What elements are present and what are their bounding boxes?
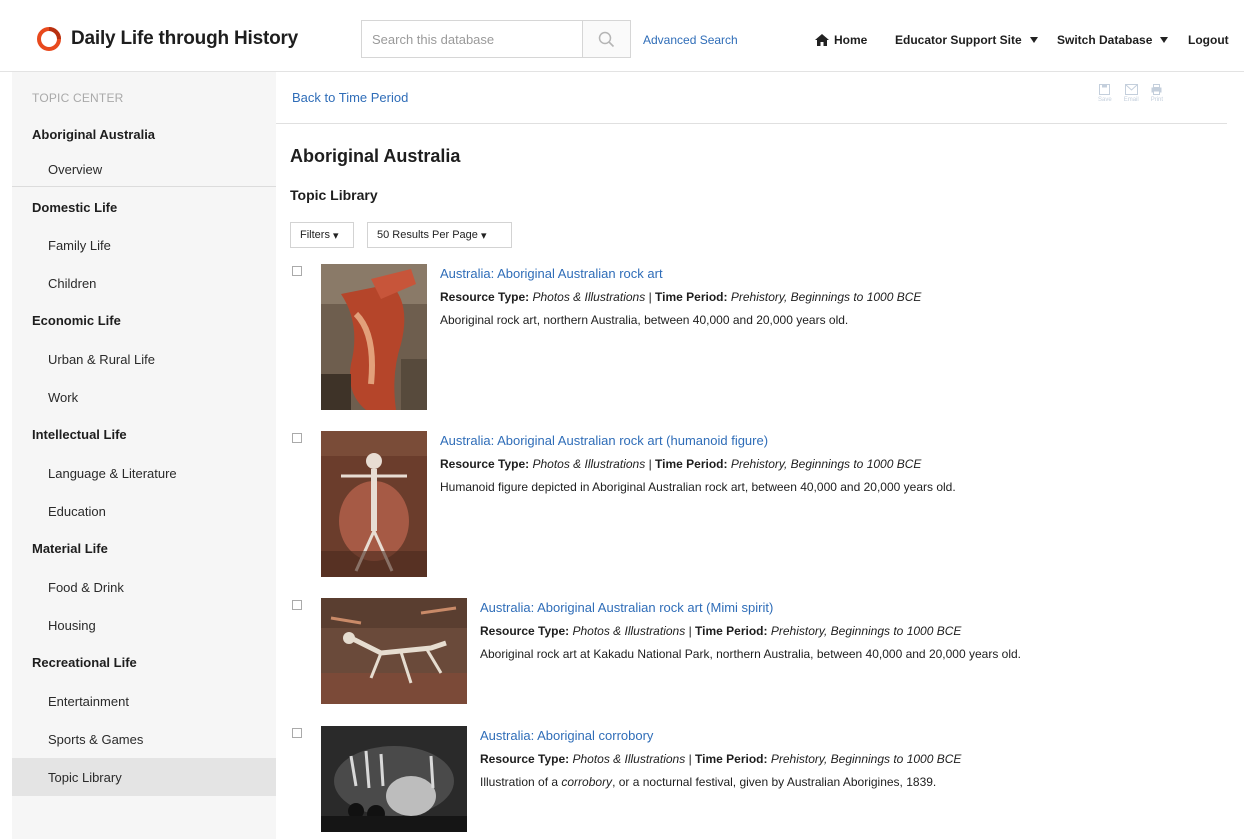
advanced-search-link[interactable]: Advanced Search (643, 33, 738, 47)
envelope-icon (1124, 84, 1138, 95)
site-header: Daily Life through History Advanced Sear… (0, 0, 1244, 72)
result-checkbox[interactable] (292, 266, 302, 276)
result-thumbnail[interactable] (321, 431, 427, 577)
result-meta: Resource Type: Photos & Illustrations | … (480, 624, 962, 638)
print-label: Print (1150, 97, 1164, 103)
sidebar-heading: TOPIC CENTER (32, 91, 124, 105)
logo-text: Daily Life through History (71, 28, 299, 49)
search-button[interactable] (582, 21, 630, 57)
result-description: Aboriginal rock art, northern Australia,… (440, 313, 849, 327)
caret-down-icon (1029, 37, 1038, 43)
rock-art-thumbnail-icon (321, 264, 427, 410)
floppy-disk-icon (1099, 84, 1111, 95)
sidebar-item-family-life[interactable]: Family Life (48, 238, 111, 253)
tools-bar: Save Email Print (1098, 84, 1163, 103)
sidebar-section-domestic-life[interactable]: Domestic Life (32, 200, 117, 215)
save-label: Save (1098, 97, 1112, 103)
sidebar-section-economic-life[interactable]: Economic Life (32, 313, 121, 328)
search-box (361, 20, 631, 58)
switch-database-menu[interactable]: Switch Database (1057, 33, 1169, 47)
topic-sidebar: TOPIC CENTER Aboriginal Australia Overvi… (12, 72, 276, 839)
caret-down-icon: ▾ (333, 229, 339, 242)
home-link[interactable]: Home (815, 33, 867, 47)
search-input[interactable] (362, 21, 582, 57)
result-title-link[interactable]: Australia: Aboriginal corrobory (480, 728, 961, 743)
sidebar-section-material-life[interactable]: Material Life (32, 541, 108, 556)
logout-label: Logout (1188, 33, 1229, 47)
result-thumbnail[interactable] (321, 598, 467, 704)
result-thumbnail[interactable] (321, 726, 467, 832)
sidebar-item-sports-games[interactable]: Sports & Games (48, 732, 143, 747)
result-checkbox[interactable] (292, 728, 302, 738)
back-to-time-period-link[interactable]: Back to Time Period (292, 90, 408, 105)
print-button[interactable]: Print (1151, 84, 1163, 103)
printer-icon (1151, 84, 1162, 95)
result-meta: Resource Type: Photos & Illustrations | … (440, 457, 922, 471)
result-checkbox[interactable] (292, 600, 302, 610)
sidebar-item-education[interactable]: Education (48, 504, 106, 519)
sidebar-item-language-literature[interactable]: Language & Literature (48, 466, 177, 481)
sidebar-divider (12, 186, 276, 187)
site-logo[interactable]: Daily Life through History (37, 27, 298, 51)
result-meta: Resource Type: Photos & Illustrations | … (440, 290, 922, 304)
page-title: Aboriginal Australia (290, 146, 461, 166)
mimi-spirit-thumbnail-icon (321, 598, 467, 704)
filters-dropdown[interactable]: Filters ▾ (290, 222, 354, 248)
filters-label: Filters (300, 229, 330, 241)
corrobory-thumbnail-icon (321, 726, 467, 832)
sidebar-item-topic-library[interactable]: Topic Library (48, 770, 122, 785)
result-title-link[interactable]: Australia: Aboriginal Australian rock ar… (480, 600, 1021, 615)
save-button[interactable]: Save (1098, 84, 1112, 103)
educator-support-menu[interactable]: Educator Support Site (895, 33, 1038, 47)
switch-database-label: Switch Database (1057, 33, 1153, 47)
sidebar-item-urban-rural-life[interactable]: Urban & Rural Life (48, 352, 155, 367)
main-divider (276, 123, 1227, 124)
result-title-link[interactable]: Australia: Aboriginal Australian rock ar… (440, 433, 956, 448)
home-icon (815, 34, 829, 46)
educator-support-label: Educator Support Site (895, 33, 1022, 47)
humanoid-figure-thumbnail-icon (321, 431, 427, 577)
logout-link[interactable]: Logout (1188, 33, 1229, 47)
email-label: Email (1123, 97, 1139, 103)
search-icon (598, 31, 615, 47)
sidebar-topic[interactable]: Aboriginal Australia (32, 127, 155, 142)
result-checkbox[interactable] (292, 433, 302, 443)
result-description: Illustration of a corrobory, or a noctur… (480, 775, 937, 789)
sidebar-item-overview[interactable]: Overview (48, 162, 102, 177)
sidebar-item-entertainment[interactable]: Entertainment (48, 694, 129, 709)
sidebar-item-housing[interactable]: Housing (48, 618, 96, 633)
results-per-page-label: 50 Results Per Page (377, 229, 478, 241)
sidebar-section-intellectual-life[interactable]: Intellectual Life (32, 427, 127, 442)
section-title: Topic Library (290, 187, 378, 203)
sidebar-item-work[interactable]: Work (48, 390, 78, 405)
result-description: Aboriginal rock art at Kakadu National P… (480, 647, 1022, 661)
results-per-page-dropdown[interactable]: 50 Results Per Page ▾ (367, 222, 512, 248)
email-button[interactable]: Email (1124, 84, 1139, 103)
result-meta: Resource Type: Photos & Illustrations | … (480, 752, 962, 766)
caret-down-icon (1160, 37, 1169, 43)
sidebar-item-food-drink[interactable]: Food & Drink (48, 580, 124, 595)
sidebar-section-recreational-life[interactable]: Recreational Life (32, 655, 137, 670)
result-description: Humanoid figure depicted in Aboriginal A… (440, 480, 956, 494)
sidebar-item-children[interactable]: Children (48, 276, 96, 291)
result-thumbnail[interactable] (321, 264, 427, 410)
caret-down-icon: ▾ (480, 229, 487, 242)
home-label: Home (834, 33, 868, 47)
result-title-link[interactable]: Australia: Aboriginal Australian rock ar… (440, 266, 921, 281)
logo-ring-icon (37, 27, 61, 51)
